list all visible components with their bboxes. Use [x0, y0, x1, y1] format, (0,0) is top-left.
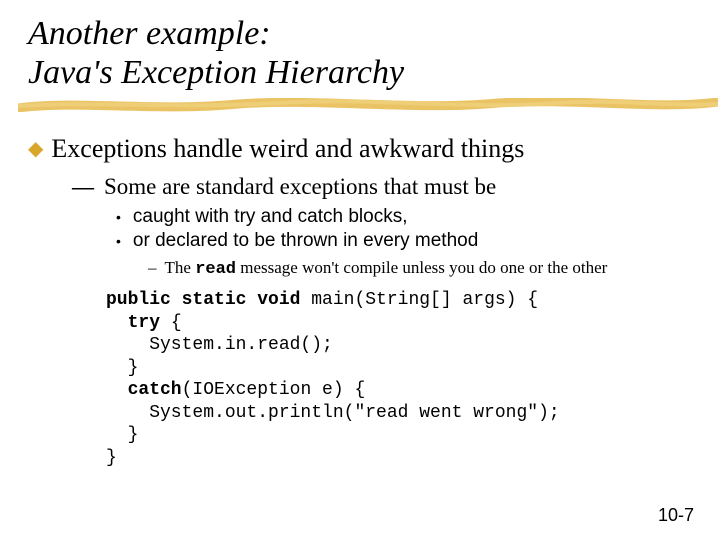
code-text: }	[106, 358, 138, 378]
title-underline	[28, 98, 692, 116]
diamond-bullet-icon: ◆	[28, 134, 43, 164]
lvl4-prefix: The	[165, 258, 196, 277]
slide-title: Another example: Java's Exception Hierar…	[28, 14, 692, 92]
code-kw: try	[106, 313, 160, 333]
lvl1-text: Exceptions handle weird and awkward thin…	[51, 134, 524, 164]
code-text: System.out.println("read went wrong");	[106, 403, 560, 423]
brush-stroke-icon	[18, 98, 718, 112]
lvl2-text: Some are standard exceptions that must b…	[104, 174, 496, 200]
code-kw: catch	[106, 380, 182, 400]
lvl3-item-0: caught with try and catch blocks,	[133, 206, 408, 228]
lvl4-text: The read message won't compile unless yo…	[165, 258, 608, 279]
title-line-1: Another example:	[28, 15, 271, 52]
title-line-2: Java's Exception Hierarchy	[28, 54, 404, 91]
bullet-level-3: • or declared to be thrown in every meth…	[116, 230, 692, 252]
dot-bullet-icon: •	[116, 230, 121, 252]
code-text: }	[106, 425, 138, 445]
code-text: System.in.read();	[106, 335, 333, 355]
code-text: {	[160, 313, 182, 333]
bullet-level-1: ◆ Exceptions handle weird and awkward th…	[28, 134, 692, 164]
bullet-level-3: • caught with try and catch blocks,	[116, 206, 692, 228]
em-dash-bullet-icon: —	[72, 174, 94, 200]
page-number: 10-7	[658, 505, 694, 526]
dash-bullet-icon: –	[148, 258, 157, 278]
code-text: main(String[] args) {	[300, 290, 538, 310]
code-block: public static void main(String[] args) {…	[106, 289, 692, 469]
slide: Another example: Java's Exception Hierar…	[0, 0, 720, 540]
lvl4-suffix: message won't compile unless you do one …	[236, 258, 607, 277]
lvl4-mono: read	[195, 260, 236, 279]
code-text: }	[106, 448, 117, 468]
code-text: (IOException e) {	[182, 380, 366, 400]
dot-bullet-icon: •	[116, 206, 121, 228]
bullet-level-2: — Some are standard exceptions that must…	[72, 174, 692, 200]
bullet-level-4: – The read message won't compile unless …	[148, 258, 692, 279]
lvl3-item-1: or declared to be thrown in every method	[133, 230, 478, 252]
code-kw: public static void	[106, 290, 300, 310]
